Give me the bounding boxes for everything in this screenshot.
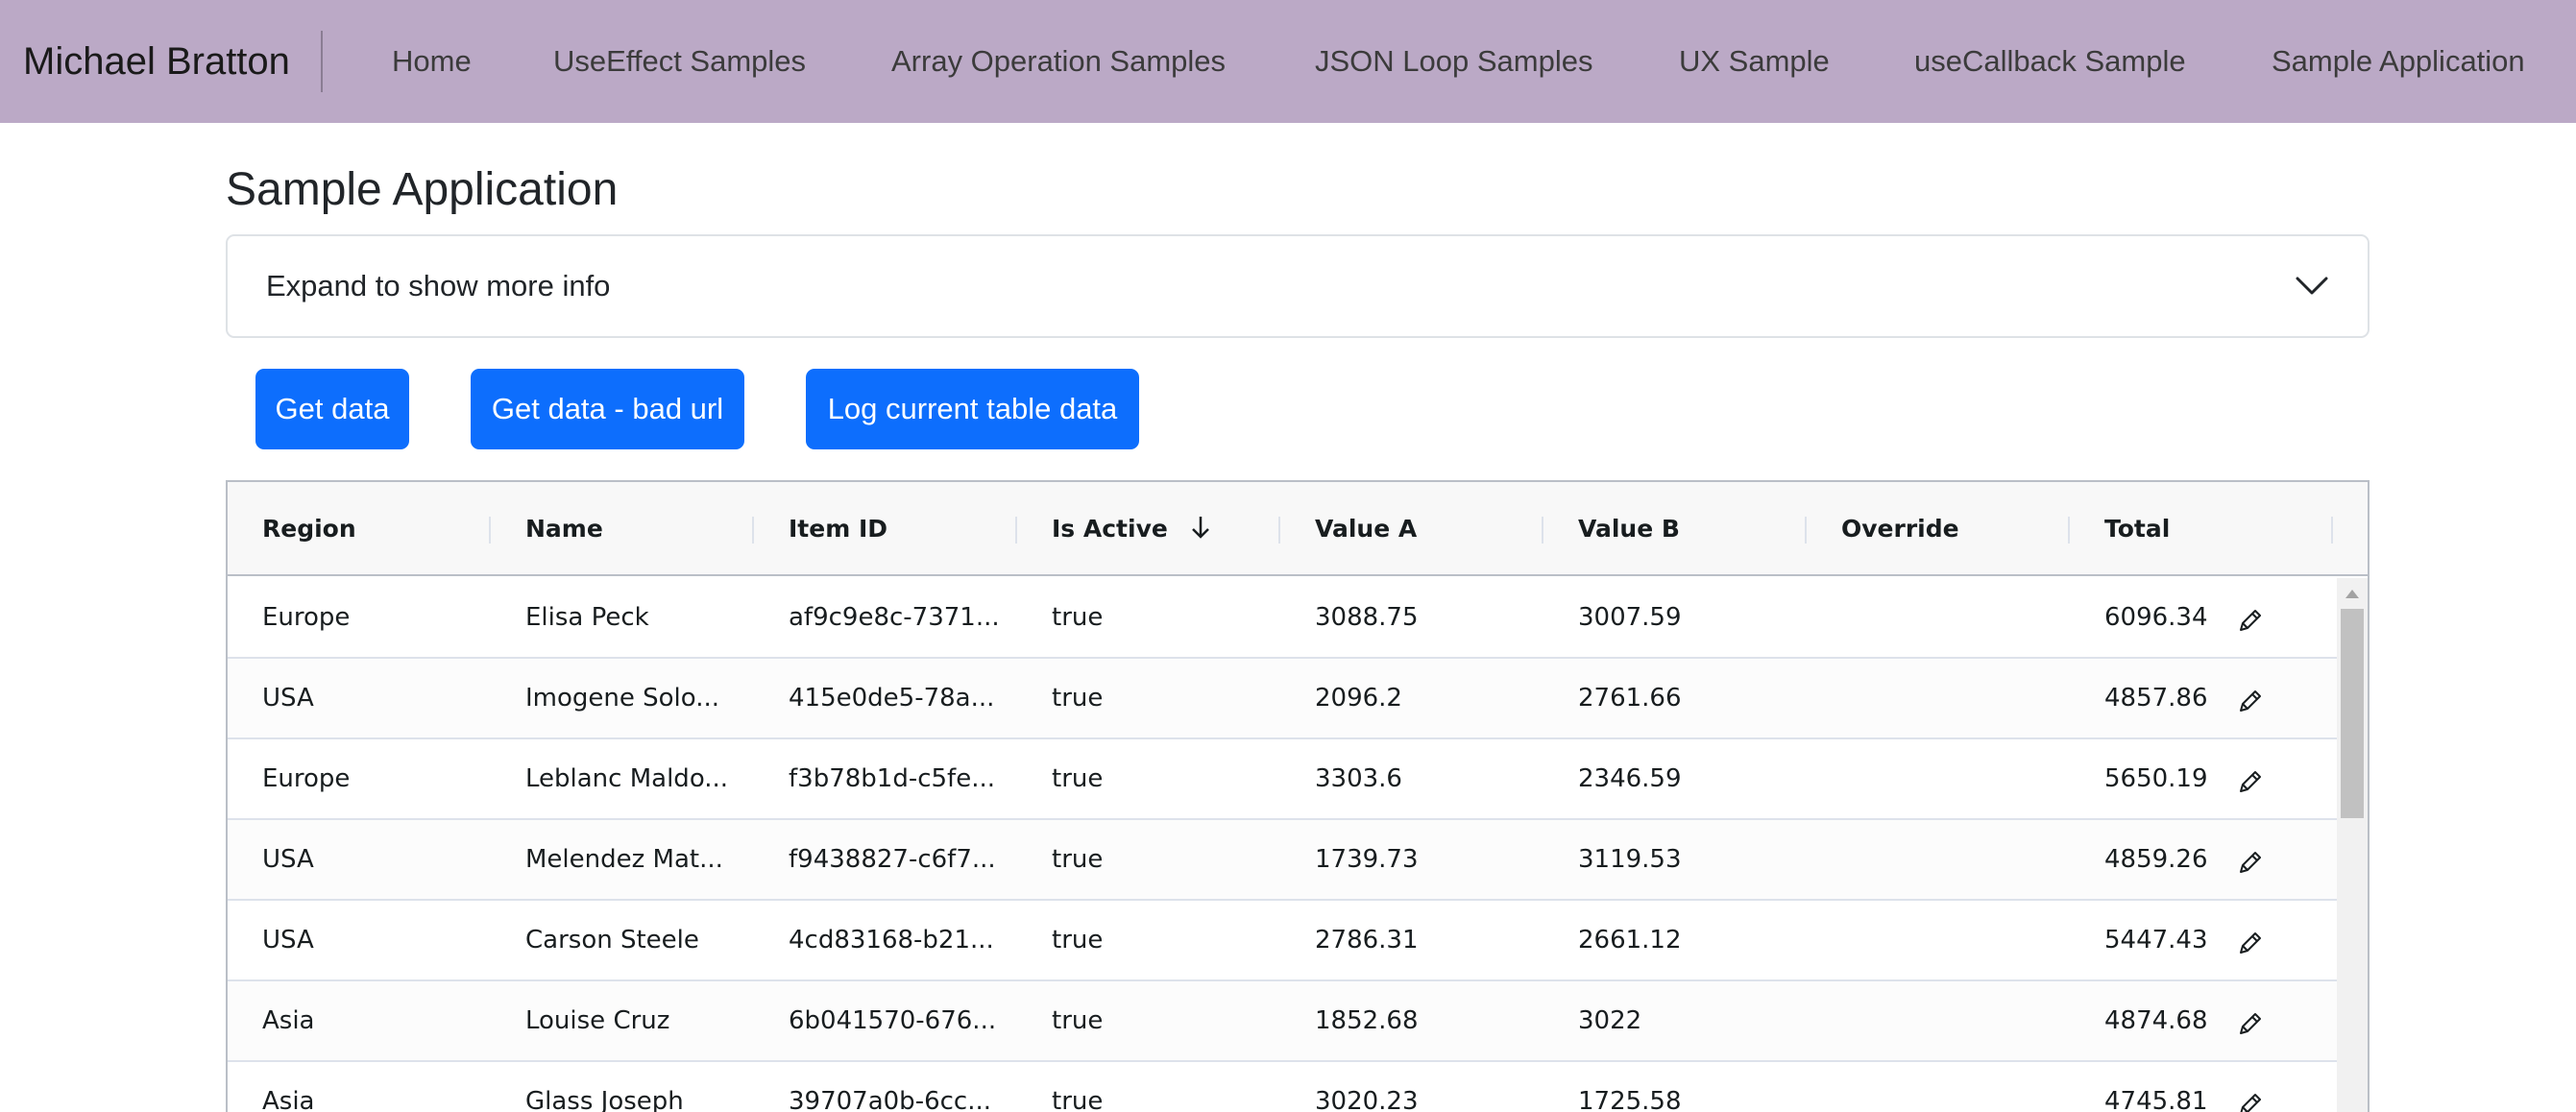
grid-body: Europe Elisa Peck af9c9e8c-7371... true 3088… [228,578,2337,1112]
cell-region[interactable]: USA [228,820,479,899]
cell-item-id[interactable]: 4cd83168-b21... [754,901,1006,979]
cell-value-b[interactable]: 3119.53 [1543,820,1795,899]
column-header-is-active[interactable]: Is Active [1017,482,1280,576]
column-header-label: Total [2104,515,2171,543]
column-header-label: Name [525,515,603,543]
cell-item-id[interactable]: af9c9e8c-7371... [754,578,1006,657]
cell-value-a[interactable]: 3088.75 [1280,578,1532,657]
column-header-region[interactable]: Region [228,482,491,576]
cell-is-active[interactable]: true [1017,1062,1269,1112]
column-header-value-a[interactable]: Value A [1280,482,1543,576]
cell-name[interactable]: Elisa Peck [491,578,742,657]
brand-name[interactable]: Michael Bratton [23,0,290,123]
cell-name[interactable]: Glass Joseph [491,1062,742,1112]
top-navbar: Michael Bratton Home UseEffect Samples A… [0,0,2576,123]
cell-value-a[interactable]: 1739.73 [1280,820,1532,899]
navbar-divider [321,31,323,92]
data-grid: Region Name Item ID Is Active Value A Va… [226,480,2369,1112]
column-header-name[interactable]: Name [491,482,754,576]
cell-name[interactable]: Carson Steele [491,901,742,979]
cell-is-active[interactable]: true [1017,739,1269,818]
cell-name[interactable]: Melendez Mat... [491,820,742,899]
nav-link-usecallback-sample[interactable]: useCallback Sample [1914,0,2186,123]
cell-total[interactable]: 4859.26 [2070,820,2321,899]
cell-value-b[interactable]: 2661.12 [1543,901,1795,979]
vertical-scrollbar[interactable] [2337,578,2368,1112]
cell-value-a[interactable]: 3020.23 [1280,1062,1532,1112]
cell-value-b[interactable]: 2761.66 [1543,659,1795,737]
nav-link-sample-application[interactable]: Sample Application [2272,0,2525,123]
cell-value-a[interactable]: 1852.68 [1280,981,1532,1060]
cell-total[interactable]: 5650.19 [2070,739,2321,818]
table-row[interactable]: USA Carson Steele 4cd83168-b21... true 2786.… [228,901,2337,981]
cell-region[interactable]: Europe [228,578,479,657]
info-accordion[interactable]: Expand to show more info [226,234,2369,338]
column-header-label: Item ID [789,515,888,543]
table-row[interactable]: USA Melendez Mat... f9438827-c6f7... true 17… [228,820,2337,901]
grid-header: Region Name Item ID Is Active Value A Va… [228,482,2368,576]
cell-is-active[interactable]: true [1017,981,1269,1060]
column-header-value-b[interactable]: Value B [1543,482,1807,576]
nav-link-useeffect-samples[interactable]: UseEffect Samples [553,0,806,123]
cell-region[interactable]: Asia [228,981,479,1060]
cell-region[interactable]: Asia [228,1062,479,1112]
table-row[interactable]: USA Imogene Solo... 415e0de5-78a... true 209… [228,659,2337,739]
table-row[interactable]: Asia Glass Joseph 39707a0b-6cc... true 3020.… [228,1062,2337,1112]
nav-link-home[interactable]: Home [392,0,472,123]
cell-item-id[interactable]: 415e0de5-78a... [754,659,1006,737]
nav-link-json-loop-samples[interactable]: JSON Loop Samples [1315,0,1592,123]
cell-item-id[interactable]: f3b78b1d-c5fe... [754,739,1006,818]
cell-value-a[interactable]: 2096.2 [1280,659,1532,737]
scrollbar-thumb[interactable] [2341,609,2364,818]
table-row[interactable]: Asia Louise Cruz 6b041570-676... true 1852.6… [228,981,2337,1062]
nav-link-ux-sample[interactable]: UX Sample [1679,0,1830,123]
column-header-override[interactable]: Override [1807,482,2070,576]
cell-value-a[interactable]: 2786.31 [1280,901,1532,979]
cell-total[interactable]: 5447.43 [2070,901,2321,979]
cell-total[interactable]: 6096.34 [2070,578,2321,657]
cell-region[interactable]: USA [228,901,479,979]
column-resize-handle[interactable] [2331,517,2333,544]
cell-total[interactable]: 4857.86 [2070,659,2321,737]
cell-is-active[interactable]: true [1017,901,1269,979]
cell-is-active[interactable]: true [1017,659,1269,737]
cell-is-active[interactable]: true [1017,578,1269,657]
cell-value-b[interactable]: 1725.58 [1543,1062,1795,1112]
column-header-label: Value A [1315,515,1418,543]
cell-region[interactable]: USA [228,659,479,737]
nav-link-array-operation-samples[interactable]: Array Operation Samples [891,0,1226,123]
column-header-label: Value B [1578,515,1680,543]
column-header-label: Override [1841,515,1959,543]
cell-name[interactable]: Imogene Solo... [491,659,742,737]
scroll-up-arrow-icon[interactable] [2345,590,2359,598]
arrow-down-sort-icon [1191,517,1209,539]
cell-value-a[interactable]: 3303.6 [1280,739,1532,818]
cell-total[interactable]: 4874.68 [2070,981,2321,1060]
table-row[interactable]: Europe Elisa Peck af9c9e8c-7371... true 3088… [228,578,2337,659]
get-data-button[interactable]: Get data [255,369,409,449]
column-header-label: Is Active [1052,515,1168,543]
cell-total[interactable]: 4745.81 [2070,1062,2321,1112]
cell-item-id[interactable]: f9438827-c6f7... [754,820,1006,899]
cell-value-b[interactable]: 3022 [1543,981,1795,1060]
cell-item-id[interactable]: 6b041570-676... [754,981,1006,1060]
cell-name[interactable]: Leblanc Maldo... [491,739,742,818]
table-row[interactable]: Europe Leblanc Maldo... f3b78b1d-c5fe... tr… [228,739,2337,820]
column-header-item-id[interactable]: Item ID [754,482,1017,576]
chevron-down-icon [2296,277,2328,295]
cell-value-b[interactable]: 3007.59 [1543,578,1795,657]
page-title: Sample Application [226,164,619,215]
cell-is-active[interactable]: true [1017,820,1269,899]
column-header-label: Region [262,515,356,543]
cell-item-id[interactable]: 39707a0b-6cc... [754,1062,1006,1112]
cell-value-b[interactable]: 2346.59 [1543,739,1795,818]
cell-name[interactable]: Louise Cruz [491,981,742,1060]
get-data-bad-url-button[interactable]: Get data - bad url [471,369,744,449]
log-table-data-button[interactable]: Log current table data [806,369,1139,449]
accordion-label: Expand to show more info [266,269,611,302]
column-header-total[interactable]: Total [2070,482,2333,576]
cell-region[interactable]: Europe [228,739,479,818]
